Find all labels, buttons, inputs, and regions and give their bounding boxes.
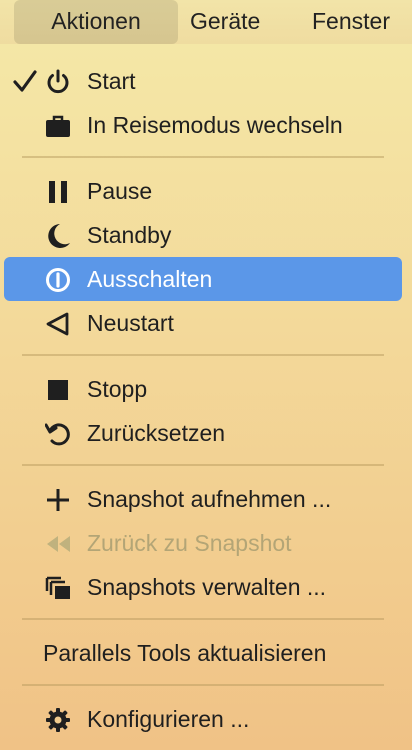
briefcase-icon xyxy=(46,115,70,137)
menu-item-pause[interactable]: Pause xyxy=(4,169,402,213)
shutdown-icon xyxy=(46,268,70,292)
menu-fenster[interactable]: Fenster xyxy=(312,0,390,44)
menu-item-restart[interactable]: Neustart xyxy=(4,301,402,345)
separator xyxy=(22,618,384,620)
actions-dropdown-menu: Start In Reisemodus wechseln Pause Stand… xyxy=(0,44,412,750)
menu-aktionen[interactable]: Aktionen xyxy=(14,0,178,44)
menu-item-label: Snapshots verwalten ... xyxy=(87,574,327,600)
menu-item-shutdown[interactable]: Ausschalten xyxy=(4,257,402,301)
menu-item-label: Ausschalten xyxy=(87,266,213,292)
stop-icon xyxy=(48,380,68,400)
menu-item-label: Pause xyxy=(87,178,153,204)
snapshots-stack-icon xyxy=(45,576,70,599)
menu-item-standby[interactable]: Standby xyxy=(4,213,402,257)
plus-icon xyxy=(47,489,69,511)
menu-item-reset[interactable]: Zurücksetzen xyxy=(4,411,402,455)
menu-item-label: Start xyxy=(87,68,136,94)
menu-item-label: Konfigurieren ... xyxy=(87,706,250,732)
menu-item-take-snapshot[interactable]: Snapshot aufnehmen ... xyxy=(4,477,402,521)
menu-item-label: In Reisemodus wechseln xyxy=(87,112,343,138)
menu-geraete[interactable]: Geräte xyxy=(190,0,260,44)
gear-icon xyxy=(46,708,70,732)
separator xyxy=(22,156,384,158)
menu-item-configure[interactable]: Konfigurieren ... xyxy=(4,697,402,741)
menu-item-label: Standby xyxy=(87,222,172,248)
moon-icon xyxy=(48,224,70,248)
separator xyxy=(22,354,384,356)
separator xyxy=(22,464,384,466)
pause-icon xyxy=(49,181,67,203)
menu-item-manage-snapshots[interactable]: Snapshots verwalten ... xyxy=(4,565,402,609)
menu-bar: Aktionen Geräte Fenster xyxy=(0,0,412,44)
power-icon xyxy=(47,69,69,94)
menu-item-label: Stopp xyxy=(87,376,148,402)
checkmark-icon xyxy=(13,70,37,92)
menu-item-label: Neustart xyxy=(87,310,174,336)
menu-item-label: Parallels Tools aktualisieren xyxy=(43,640,327,666)
separator xyxy=(22,684,384,686)
rewind-icon xyxy=(47,536,70,552)
menu-item-update-parallels-tools[interactable]: Parallels Tools aktualisieren xyxy=(4,631,402,675)
menu-item-revert-snapshot: Zurück zu Snapshot xyxy=(4,521,402,565)
restart-triangle-icon xyxy=(46,312,69,336)
menu-item-start[interactable]: Start xyxy=(4,59,402,103)
menu-item-stop[interactable]: Stopp xyxy=(4,367,402,411)
menu-item-travel-mode[interactable]: In Reisemodus wechseln xyxy=(4,103,402,147)
menu-item-label: Zurück zu Snapshot xyxy=(87,530,292,556)
menu-item-label: Zurücksetzen xyxy=(87,420,226,446)
reset-arrow-icon xyxy=(45,423,70,446)
menu-item-label: Snapshot aufnehmen ... xyxy=(87,486,332,512)
